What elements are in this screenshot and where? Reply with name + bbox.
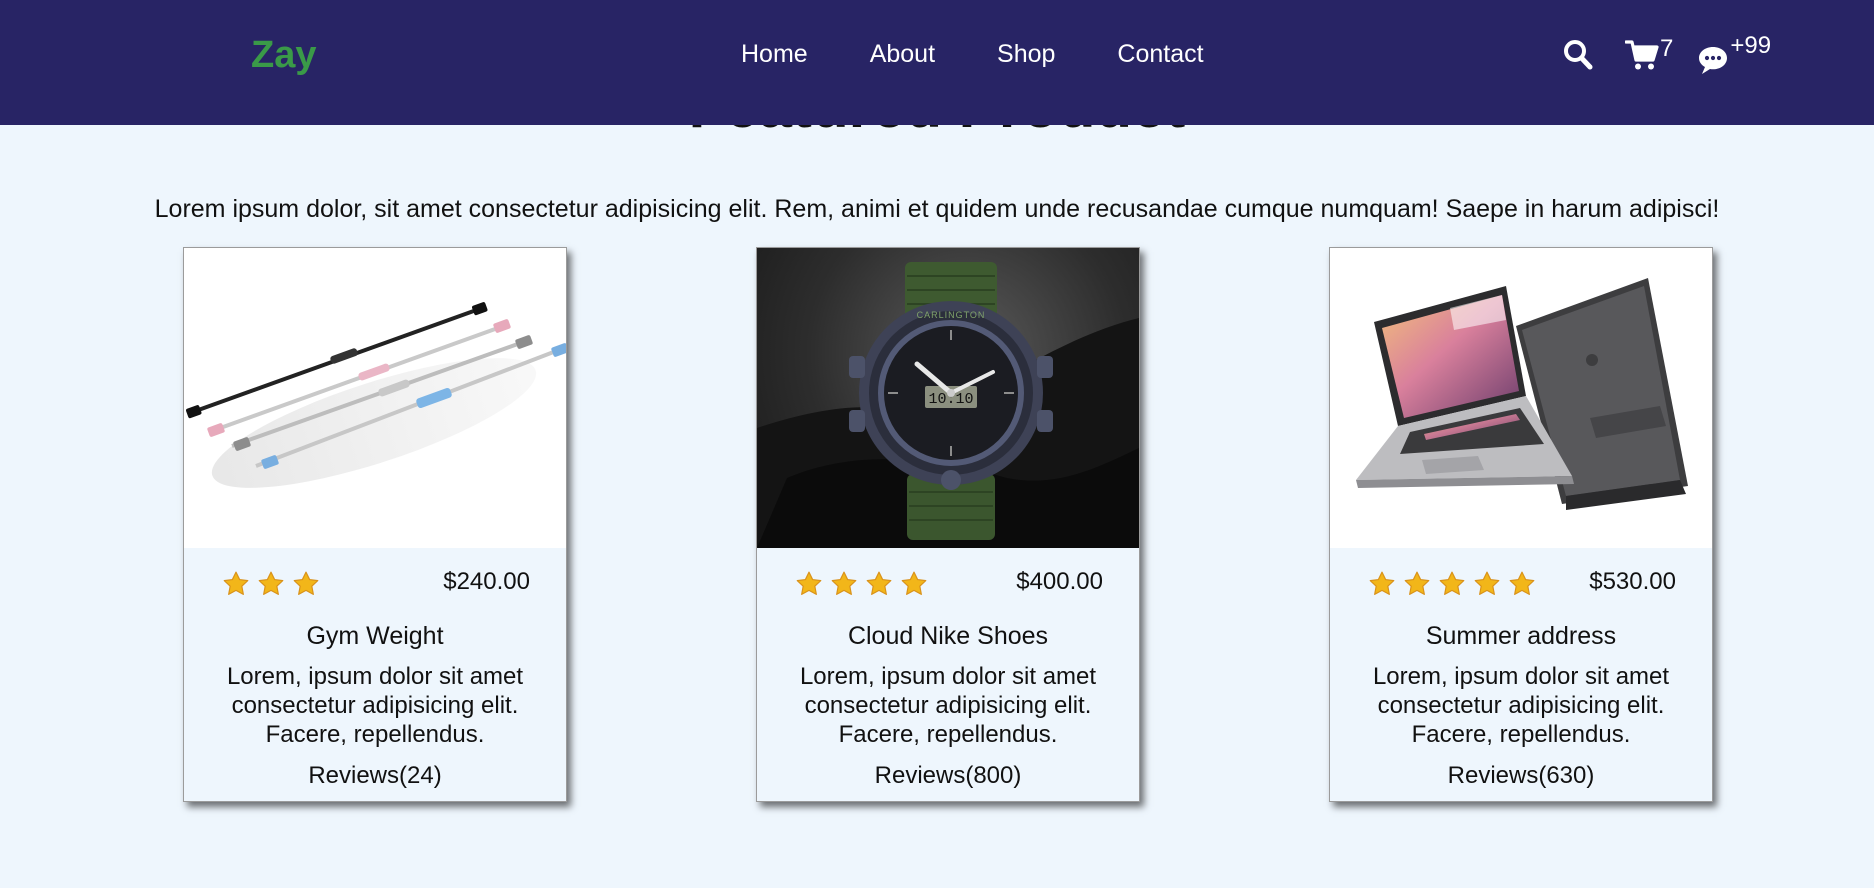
product-info: $240.00 Gym Weight Lorem, ipsum dolor si… [184,548,566,801]
product-name[interactable]: Gym Weight [184,622,566,651]
search-icon [1564,40,1593,70]
product-price: $530.00 [1589,568,1676,595]
product-reviews[interactable]: Reviews(800) [757,762,1139,790]
search-button[interactable] [1563,39,1593,71]
product-card[interactable]: CARLINGTON 10:10 $400.00 Cloud Nike Shoe… [756,247,1140,802]
star-icon [1404,571,1430,595]
product-image[interactable] [1330,248,1712,548]
top-navbar: Zay Home About Shop Contact 7 +99 [0,0,1874,125]
product-name[interactable]: Cloud Nike Shoes [757,622,1139,651]
nav-home[interactable]: Home [741,40,808,69]
rating-stars [795,570,935,598]
gym-weight-image [186,302,566,488]
nav-contact[interactable]: Contact [1117,40,1203,69]
product-reviews[interactable]: Reviews(630) [1330,762,1712,790]
star-icon [223,571,249,595]
star-icon [1474,571,1500,595]
star-icon [1509,571,1535,595]
chat-icon [1699,47,1728,74]
product-description: Lorem, ipsum dolor sit amet consectetur … [226,663,524,748]
product-price: $400.00 [1016,568,1103,595]
product-reviews[interactable]: Reviews(24) [184,762,566,790]
product-card[interactable]: $530.00 Summer address Lorem, ipsum dolo… [1329,247,1713,802]
product-card[interactable]: $240.00 Gym Weight Lorem, ipsum dolor si… [183,247,567,802]
star-icon [796,571,822,595]
nav-links: Home About Shop Contact [741,40,1266,69]
star-icon [866,571,892,595]
nav-about[interactable]: About [870,40,935,69]
header-icons: 7 +99 [1563,32,1772,76]
messages-button[interactable]: +99 [1697,32,1772,76]
nav-shop[interactable]: Shop [997,40,1055,69]
product-price: $240.00 [443,568,530,595]
cart-count-badge: 7 [1660,35,1674,62]
sport-watch-image: CARLINGTON 10:10 [757,262,1139,548]
star-icon [831,571,857,595]
cart-icon [1625,40,1659,70]
cart-button[interactable]: 7 [1625,35,1674,71]
product-name[interactable]: Summer address [1330,622,1712,651]
messages-count-badge: +99 [1730,32,1772,59]
star-icon [258,571,284,595]
star-icon [901,571,927,595]
brand-logo[interactable]: Zay [251,34,316,77]
product-description: Lorem, ipsum dolor sit amet consectetur … [1372,663,1670,748]
product-info: $530.00 Summer address Lorem, ipsum dolo… [1330,548,1712,801]
product-info: $400.00 Cloud Nike Shoes Lorem, ipsum do… [757,548,1139,801]
laptop-image [1356,278,1688,510]
rating-stars [222,570,327,598]
star-icon [1439,571,1465,595]
product-image[interactable]: CARLINGTON 10:10 [757,248,1139,548]
rating-stars [1368,570,1543,598]
product-image[interactable] [184,248,566,548]
product-description: Lorem, ipsum dolor sit amet consectetur … [799,663,1097,748]
star-icon [1369,571,1395,595]
star-icon [293,571,319,595]
section-description: Lorem ipsum dolor, sit amet consectetur … [154,195,1720,223]
watch-brand-label: CARLINGTON [917,310,986,320]
